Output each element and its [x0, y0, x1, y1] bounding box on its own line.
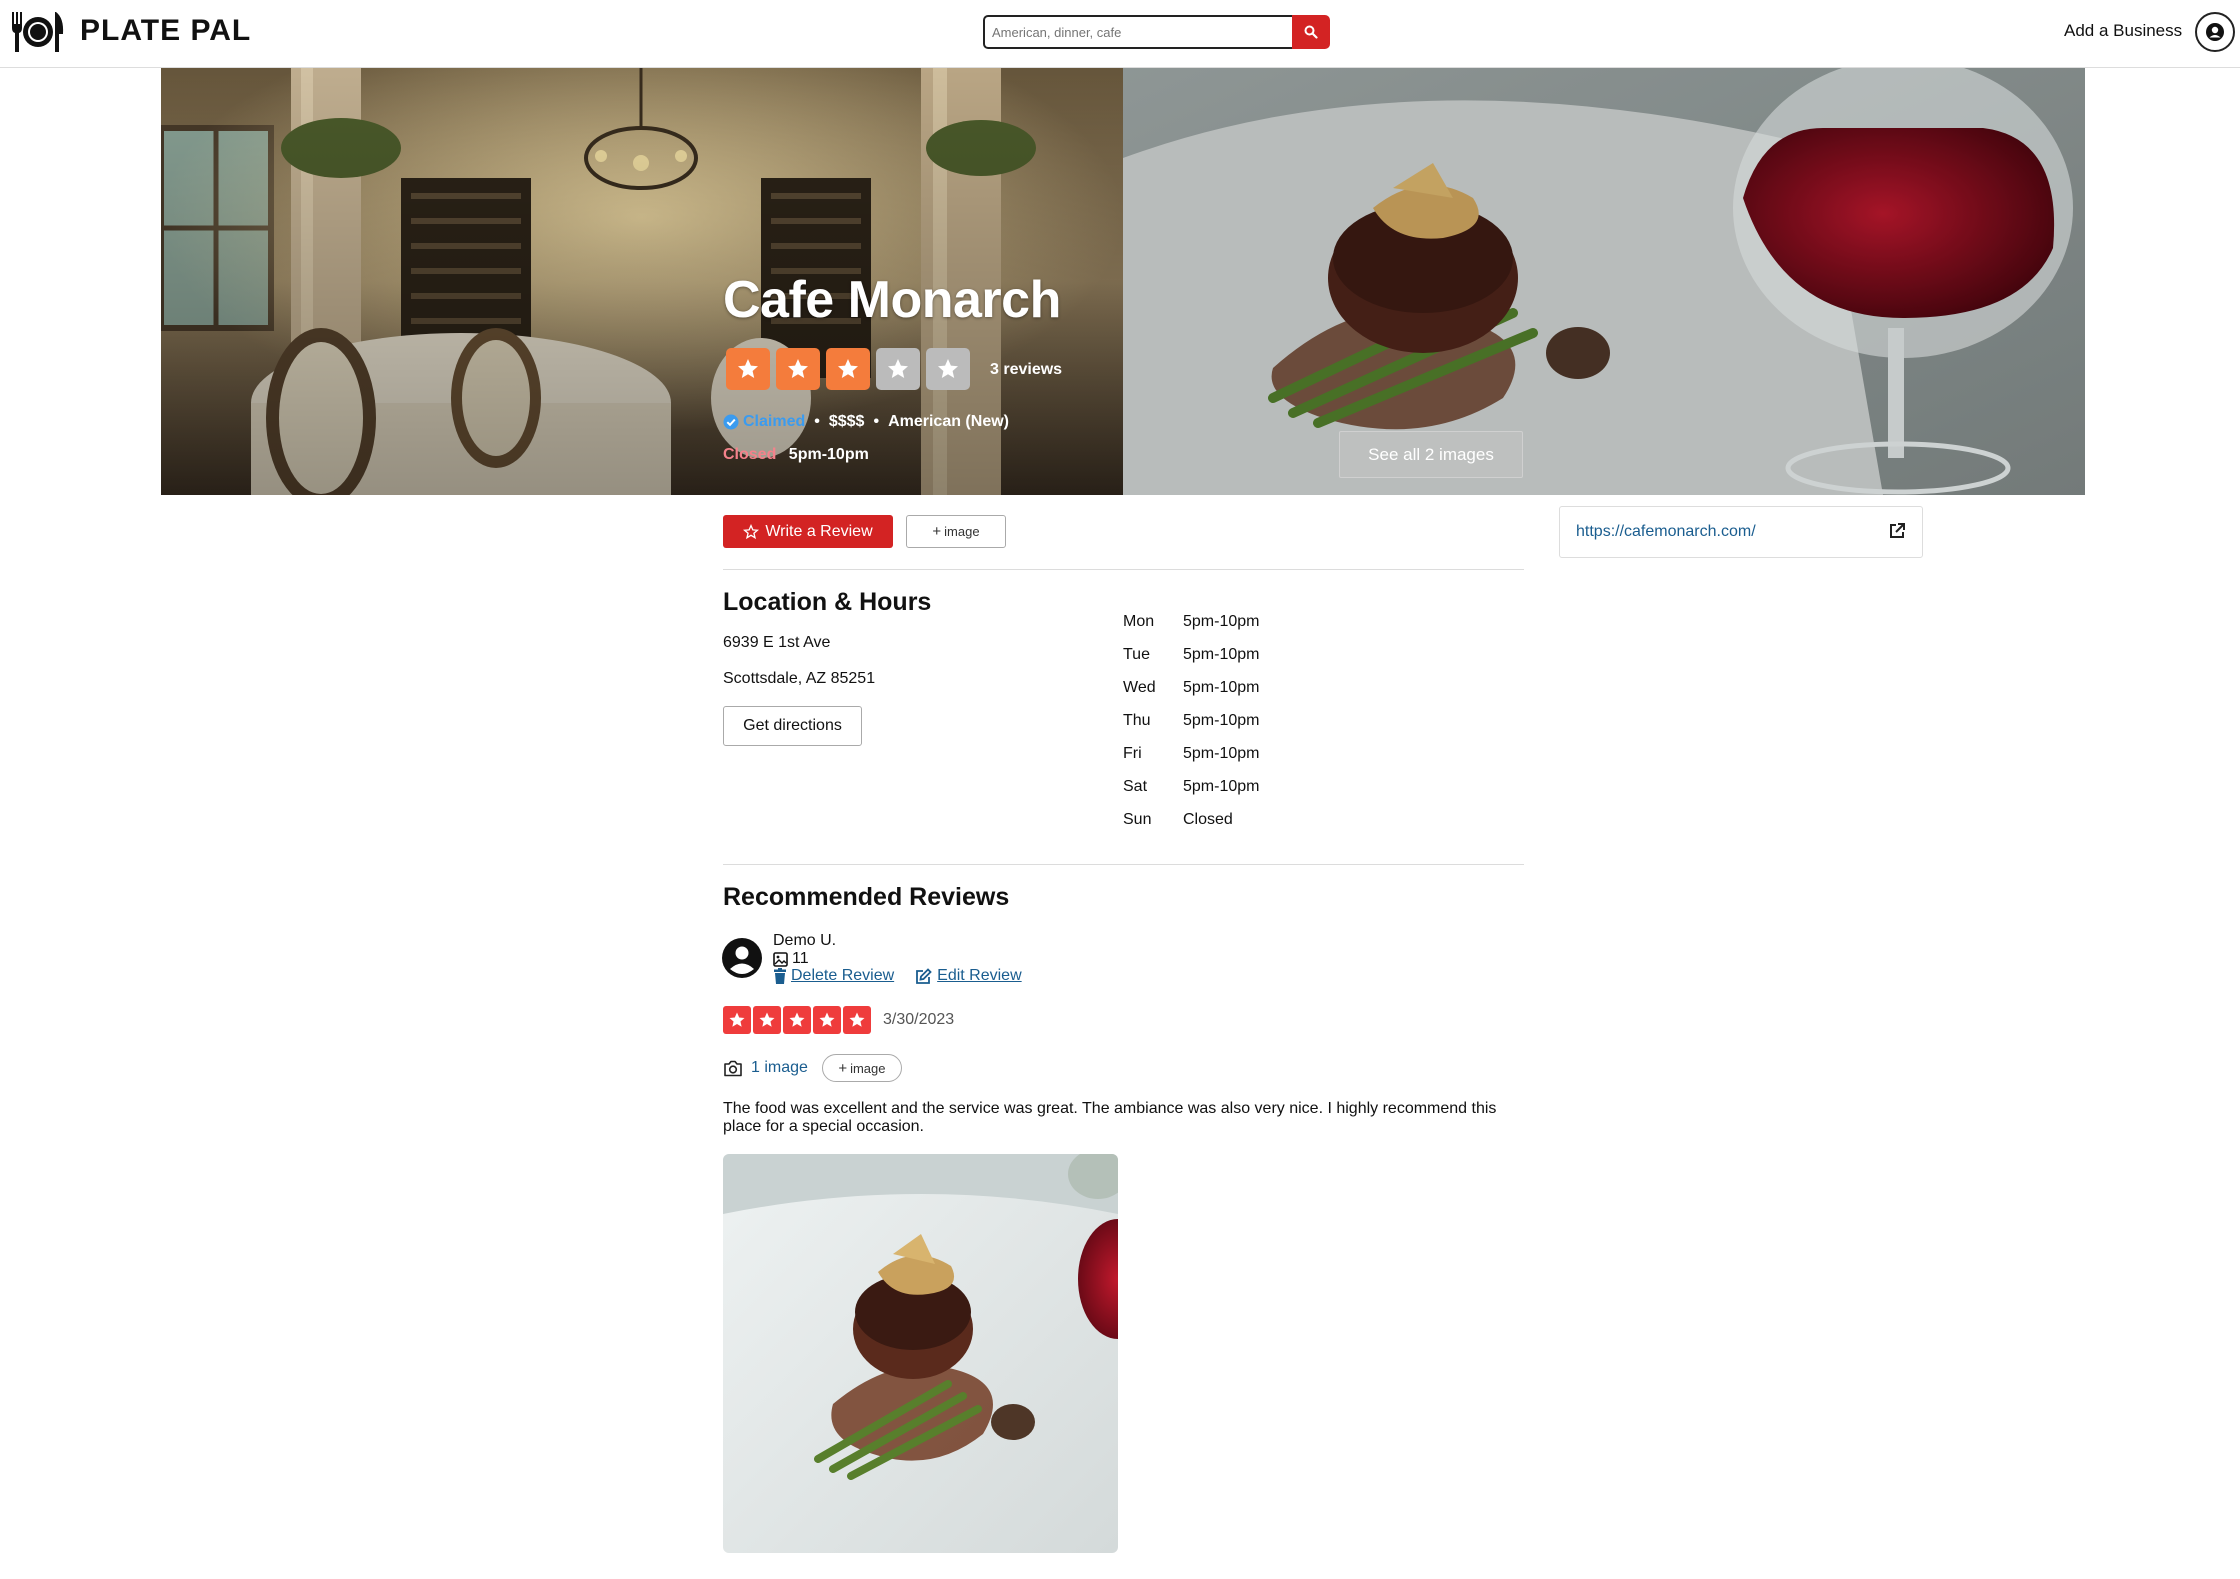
reviewer-avatar-icon[interactable]	[722, 938, 762, 978]
hours-time: 5pm-10pm	[1183, 646, 1260, 663]
hours-day: Mon	[1123, 613, 1155, 630]
separator-dot: •	[814, 413, 820, 430]
hours-day: Sun	[1123, 811, 1152, 828]
category[interactable]: American (New)	[888, 413, 1009, 431]
search-icon	[1304, 25, 1318, 39]
write-review-label: Write a Review	[765, 522, 873, 540]
delete-review-link[interactable]: Delete Review	[791, 967, 894, 985]
brand-name: PLATE PAL	[80, 14, 252, 47]
camera-icon	[724, 1060, 742, 1076]
separator-dot: •	[873, 413, 880, 430]
photo-stat-icon	[773, 951, 788, 967]
search-button[interactable]	[1292, 15, 1330, 49]
hours-day: Fri	[1123, 745, 1142, 762]
plus-icon: +	[932, 523, 942, 540]
review-photos-row: 1 image + image	[723, 1054, 902, 1082]
plate-cutlery-icon	[12, 12, 64, 52]
star-icon	[826, 348, 870, 390]
see-all-images-button[interactable]: See all 2 images	[1339, 431, 1523, 478]
hours-row: Sat 5pm-10pm	[1123, 778, 1259, 811]
business-rating-stars	[726, 348, 970, 390]
hours-time: 5pm-10pm	[1183, 712, 1260, 729]
website-link[interactable]: https://cafemonarch.com/	[1576, 523, 1756, 541]
website-card: https://cafemonarch.com/	[1559, 506, 1923, 558]
hours-day: Wed	[1123, 679, 1156, 696]
star-icon	[776, 348, 820, 390]
business-meta: Claimed • $$$$ • American (New)	[723, 413, 1009, 431]
hours-row: Tue 5pm-10pm	[1123, 646, 1259, 679]
star-outline-icon	[743, 523, 760, 539]
review-text: The food was excellent and the service w…	[723, 1100, 1497, 1135]
logo[interactable]: PLATE PAL	[10, 8, 251, 54]
plus-icon: +	[838, 1059, 848, 1077]
hours-day: Thu	[1123, 712, 1151, 729]
address-line-2: Scottsdale, AZ 85251	[723, 670, 876, 687]
reviewer-stats: 11	[773, 950, 809, 968]
location-hours-title: Location & Hours	[723, 588, 932, 616]
closed-label: Closed	[723, 446, 777, 463]
external-link-icon[interactable]	[1888, 522, 1906, 540]
reviews-title: Recommended Reviews	[723, 883, 1010, 911]
verified-check-icon	[723, 414, 739, 430]
search-bar	[983, 15, 1330, 49]
address-line-1: 6939 E 1st Ave	[723, 634, 831, 651]
hours-time: 5pm-10pm	[1183, 679, 1260, 696]
search-input[interactable]	[983, 15, 1293, 49]
hours-row: Sun Closed	[1123, 811, 1259, 844]
review-photo-count-link[interactable]: 1 image	[751, 1059, 808, 1077]
review-owner-actions: Delete Review Edit Review	[773, 967, 1022, 985]
review-add-image-label: image	[850, 1060, 886, 1076]
reviewer-photo-count: 11	[792, 950, 809, 967]
star-icon	[783, 1006, 811, 1034]
star-icon	[926, 348, 970, 390]
hero-gallery	[161, 68, 2085, 495]
review-date: 3/30/2023	[883, 1011, 955, 1028]
add-business-link[interactable]: Add a Business	[2064, 21, 2182, 41]
section-divider	[723, 864, 1524, 865]
hours-time: Closed	[1183, 811, 1233, 828]
hours-day: Sat	[1123, 778, 1148, 795]
hours-row: Thu 5pm-10pm	[1123, 712, 1259, 745]
business-name: Cafe Monarch	[723, 271, 1061, 329]
hours-row: Mon 5pm-10pm	[1123, 613, 1259, 646]
star-icon	[753, 1006, 781, 1034]
reviewer-name[interactable]: Demo U.	[773, 932, 836, 950]
user-icon	[2206, 23, 2224, 41]
review-rating-stars	[723, 1006, 871, 1034]
hours-time: 5pm-10pm	[1183, 745, 1260, 762]
write-review-button[interactable]: Write a Review	[723, 515, 893, 548]
hours-time: 5pm-10pm	[1183, 613, 1260, 630]
star-icon	[723, 1006, 751, 1034]
hours-day: Tue	[1123, 646, 1150, 663]
review-count[interactable]: 3 reviews	[990, 361, 1062, 379]
section-divider	[723, 569, 1524, 570]
review-steak-photo[interactable]	[723, 1154, 1118, 1553]
hours-table: Mon 5pm-10pm Tue 5pm-10pm Wed 5pm-10pm T…	[1123, 613, 1259, 844]
review-add-image-button[interactable]: + image	[821, 1054, 902, 1082]
star-icon	[726, 348, 770, 390]
star-icon	[843, 1006, 871, 1034]
hours-row: Wed 5pm-10pm	[1123, 679, 1259, 712]
price-range: $$$$	[828, 413, 865, 430]
open-status: Closed 5pm-10pm	[723, 446, 869, 464]
add-image-label: image	[944, 524, 980, 539]
trash-icon	[774, 968, 786, 984]
star-icon	[813, 1006, 841, 1034]
hours-row: Fri 5pm-10pm	[1123, 745, 1259, 778]
add-image-button[interactable]: + image	[906, 515, 1006, 548]
edit-review-link[interactable]: Edit Review	[937, 967, 1021, 985]
today-hours: 5pm-10pm	[788, 446, 869, 463]
edit-icon	[916, 967, 932, 984]
user-menu-button[interactable]	[2195, 12, 2235, 52]
hero-shade	[1123, 68, 2085, 495]
top-nav: PLATE PAL Add a Business	[0, 0, 2240, 68]
hours-time: 5pm-10pm	[1183, 778, 1260, 795]
claimed-label[interactable]: Claimed	[743, 413, 805, 431]
get-directions-button[interactable]: Get directions	[723, 706, 862, 746]
star-icon	[876, 348, 920, 390]
